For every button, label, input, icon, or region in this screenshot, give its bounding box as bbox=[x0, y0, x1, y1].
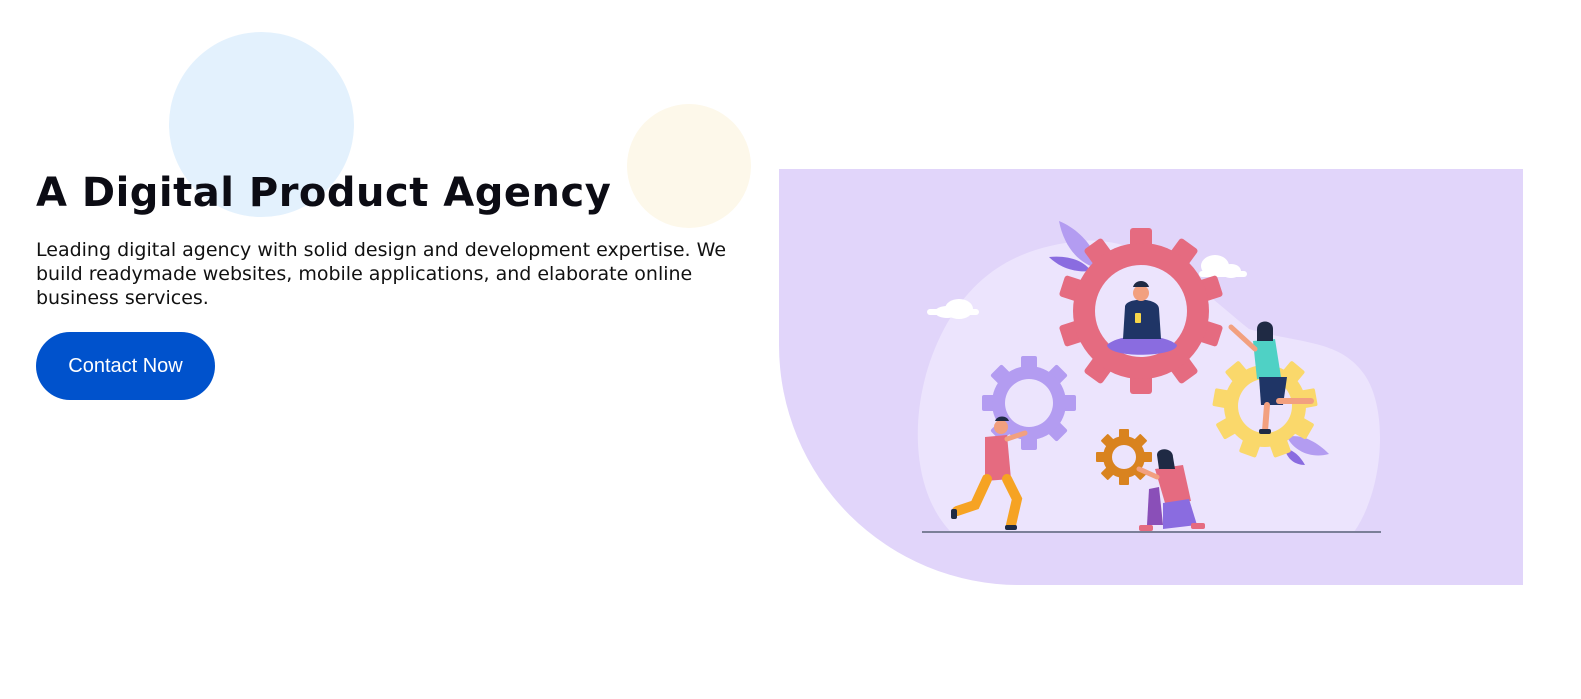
gear-icon-orange bbox=[1096, 429, 1152, 485]
hero-description: Leading digital agency with solid design… bbox=[36, 239, 727, 309]
hero-illustration bbox=[779, 169, 1523, 585]
gear-icon-purple bbox=[982, 356, 1076, 450]
hero-section: A Digital Product Agency Leading digital… bbox=[36, 170, 756, 400]
illustration-svg bbox=[779, 169, 1523, 585]
hero-title: A Digital Product Agency bbox=[36, 170, 612, 216]
contact-now-button[interactable]: Contact Now bbox=[36, 332, 215, 400]
